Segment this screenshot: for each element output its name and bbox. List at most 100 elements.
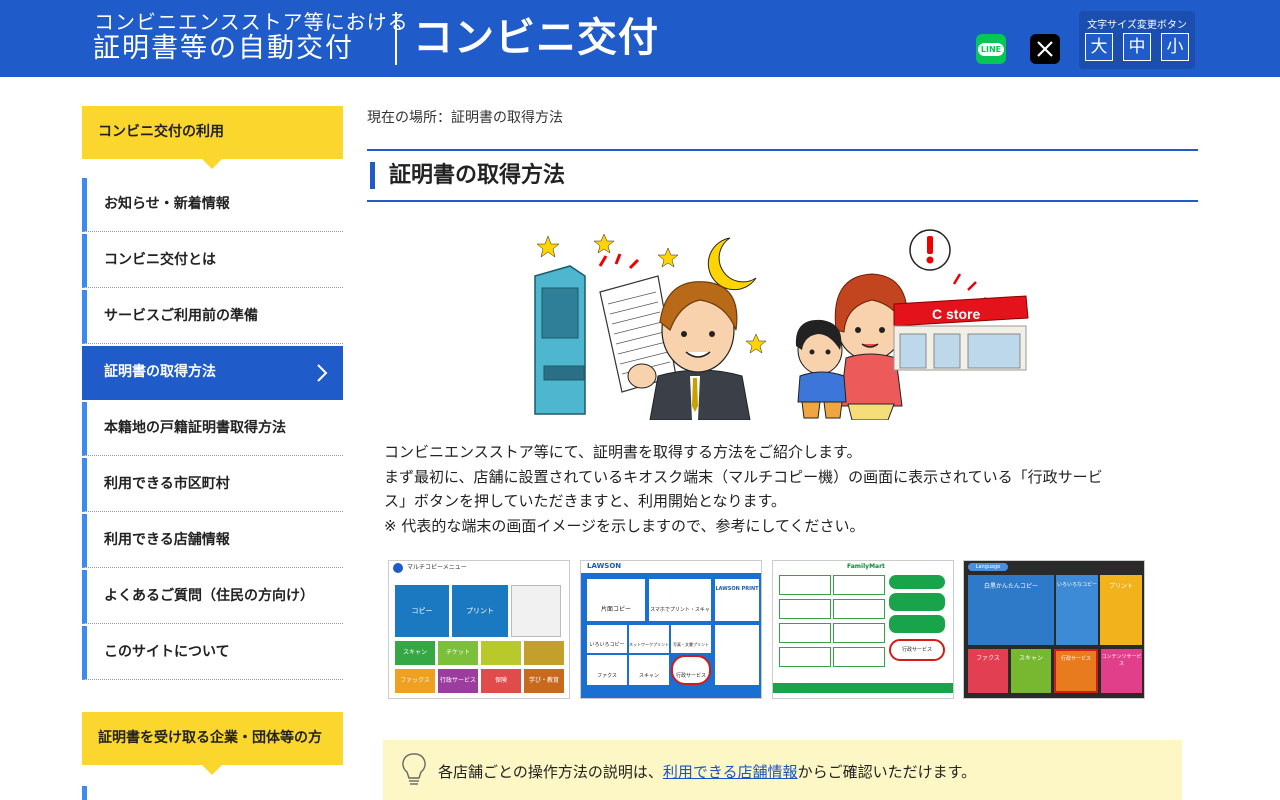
thumb-button: 学び・教育	[524, 669, 564, 693]
thumb-button	[889, 615, 945, 633]
thumb-caption: マルチコピーメニュー	[407, 564, 467, 571]
thumb-button-highlighted: 行政サービス	[671, 655, 711, 685]
thumb-button: 片面コピー	[587, 579, 645, 621]
thumb-button: スキャン	[1011, 649, 1051, 693]
sidebar-next-item-edge	[82, 786, 87, 800]
thumb-button: LAWSON PRINT	[715, 579, 759, 621]
thumb-button	[779, 599, 831, 619]
sidebar-item-label: 利用できる市区町村	[104, 476, 230, 492]
thumb-button	[889, 593, 945, 611]
line-share-icon[interactable]: LINE	[976, 34, 1006, 64]
thumb-button	[833, 623, 885, 643]
ad-panel	[715, 625, 759, 685]
font-size-small-button[interactable]: 小	[1161, 33, 1189, 61]
page-title: 証明書の取得方法	[389, 163, 566, 188]
sidebar-item-about[interactable]: コンビニ交付とは	[82, 234, 343, 288]
font-size-label: 文字サイズ変更ボタン	[1087, 20, 1187, 31]
font-size-medium-button[interactable]: 中	[1123, 33, 1151, 61]
kiosk-screen-thumbnail-1: マルチコピーメニュー コピー プリント スキャン チケット ファックス 行政サー…	[388, 560, 570, 699]
kiosk-screen-thumbnail-4: Language 白黒かんたんコピー いろいろなコピー プリント ファクス スキ…	[963, 560, 1145, 699]
font-size-controls: 文字サイズ変更ボタン 大 中 小	[1079, 11, 1195, 69]
thumb-button: ネットワークプリント	[629, 625, 669, 653]
intro-line: コンビニエンスストア等にて、証明書を取得する方法をご紹介します。	[384, 443, 862, 461]
page-title-bar: 証明書の取得方法	[367, 149, 1198, 202]
sidebar-item-label: サービスご利用前の準備	[104, 308, 258, 324]
thumb-caption: FamilyMart	[847, 563, 885, 570]
store-sign-text: C store	[932, 306, 980, 322]
thumb-button: チケット	[438, 641, 478, 665]
thumb-button: スキャン	[629, 655, 669, 685]
thumb-button-highlighted: 行政サービス	[889, 639, 945, 661]
sidebar-item-honseki[interactable]: 本籍地の戸籍証明書取得方法	[82, 402, 343, 456]
site-main-title: 証明書等の自動交付	[93, 33, 354, 64]
thumb-button	[833, 575, 885, 595]
font-size-large-button[interactable]: 大	[1085, 33, 1113, 61]
thumb-button: いろいろなコピー	[1056, 575, 1098, 645]
sidebar-item-news[interactable]: お知らせ・新着情報	[82, 178, 343, 232]
site-brand-logo[interactable]: コンビニ交付	[413, 14, 659, 62]
heading-notch	[202, 159, 222, 169]
intro-text: コンビニエンスストア等にて、証明書を取得する方法をご紹介します。 まず最初に、店…	[384, 440, 1174, 538]
info-prefix: 各店舗ごとの操作方法の説明は、	[438, 763, 663, 781]
thumb-button: プリント	[1100, 575, 1142, 645]
kiosk-illustration: C store	[534, 229, 1029, 420]
thumb-button-highlighted: 行政サービス	[1054, 649, 1098, 693]
qr-panel	[511, 585, 561, 637]
thumb-button	[779, 647, 831, 667]
sidebar-item-stores[interactable]: 利用できる店舗情報	[82, 514, 343, 568]
sidebar-item-preparation[interactable]: サービスご利用前の準備	[82, 290, 343, 344]
intro-line: ※ 代表的な端末の画面イメージを示しますので、参考にしてください。	[384, 516, 865, 535]
thumb-footer	[773, 683, 953, 693]
thumb-button: 保険	[481, 669, 521, 693]
thumb-button	[779, 575, 831, 595]
line-label: LINE	[977, 42, 1005, 56]
store-info-link[interactable]: 利用できる店舗情報	[663, 763, 798, 781]
sidebar-item-label: お知らせ・新着情報	[104, 196, 230, 212]
kiosk-screen-thumbnail-2: LAWSON 片面コピー スマホでプリント・スキャン LAWSON PRINT …	[580, 560, 762, 699]
x-logo-icon	[1037, 41, 1053, 57]
lightbulb-icon	[402, 753, 426, 785]
sidebar-item-label: 利用できる店舗情報	[104, 532, 230, 548]
thumb-button: コピー	[395, 585, 449, 637]
site-subtitle: コンビニエンスストア等における	[94, 10, 409, 34]
chevron-right-icon	[317, 364, 328, 382]
sidebar-section-title: コンビニ交付の利用	[98, 124, 224, 140]
sidebar-section-title: 証明書を受け取る企業・団体等の方	[98, 730, 322, 746]
thumb-button	[833, 599, 885, 619]
thumb-button: スキャン	[395, 641, 435, 665]
thumb-button: 行政サービス	[438, 669, 478, 693]
sidebar-item-faq[interactable]: よくあるご質問（住民の方向け）	[82, 570, 343, 624]
thumb-button	[481, 641, 521, 665]
site-header: コンビニエンスストア等における 証明書等の自動交付 コンビニ交付 LINE 文字…	[0, 0, 1280, 77]
sidebar-item-municipalities[interactable]: 利用できる市区町村	[82, 458, 343, 512]
thumb-button: 写真・文書プリント	[671, 625, 711, 653]
kiosk-screen-thumbnail-3: FamilyMart 行政サービス	[772, 560, 954, 699]
thumb-button: スマホでプリント・スキャン	[649, 579, 711, 675]
sidebar-item-label: よくあるご質問（住民の方向け）	[104, 588, 314, 604]
intro-line: まず最初に、店舗に設置されているキオスク端末（マルチコピー機）の画面に表示されて…	[384, 467, 1103, 486]
info-text: 各店舗ごとの操作方法の説明は、利用できる店舗情報からご確認いただけます。	[438, 761, 976, 782]
sidebar-item-label: このサイトについて	[104, 644, 230, 660]
info-box: 各店舗ごとの操作方法の説明は、利用できる店舗情報からご確認いただけます。	[383, 740, 1182, 800]
sidebar-section-heading-business: 証明書を受け取る企業・団体等の方	[82, 712, 343, 775]
title-accent	[370, 162, 375, 189]
sidebar-item-site-info[interactable]: このサイトについて	[82, 626, 343, 680]
thumb-button	[833, 647, 885, 667]
thumb-button	[524, 641, 564, 665]
sidebar-section-heading: コンビニ交付の利用	[82, 106, 343, 169]
thumb-button: ファクス	[587, 655, 627, 685]
menu-icon	[393, 563, 403, 573]
thumb-button: いろいろコピー	[587, 625, 627, 653]
thumb-button: ファックス	[395, 669, 435, 693]
sidebar-item-label: コンビニ交付とは	[104, 252, 216, 268]
sidebar-item-how-to-obtain[interactable]: 証明書の取得方法	[82, 346, 343, 400]
thumb-caption: LAWSON	[587, 562, 622, 570]
thumb-button: 白黒かんたんコピー	[968, 575, 1054, 645]
heading-notch	[202, 765, 222, 775]
info-suffix: からご確認いただけます。	[797, 763, 977, 781]
intro-line: ス」ボタンを押していただきますと、利用開始となります。	[384, 492, 787, 510]
sidebar-item-label: 証明書の取得方法	[104, 364, 216, 380]
thumb-button: コンテンツサービス	[1101, 649, 1142, 693]
x-share-icon[interactable]	[1030, 34, 1060, 64]
thumb-button	[889, 575, 945, 589]
